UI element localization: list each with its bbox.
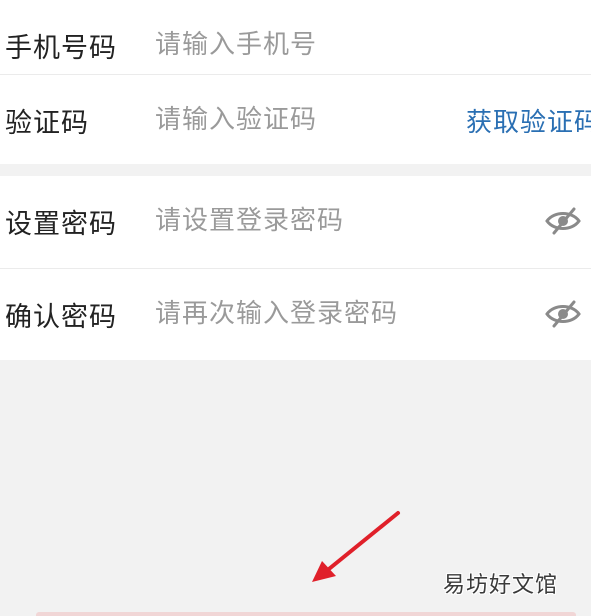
confirm-password-row: 确认密码 — [0, 269, 591, 359]
confirm-password-input[interactable] — [155, 299, 515, 329]
red-arrow-annotation — [312, 511, 400, 582]
get-code-button[interactable]: 获取验证码 — [466, 102, 591, 139]
eye-hidden-icon[interactable] — [545, 207, 581, 235]
eye-hidden-icon[interactable] — [545, 300, 581, 328]
password-section: 设置密码 确认密码 — [0, 176, 591, 360]
account-section: 手机号码 验证码 获取验证码 — [0, 0, 591, 164]
code-row: 验证码 获取验证码 — [0, 75, 591, 165]
confirm-password-label: 确认密码 — [5, 301, 117, 333]
submit-button-edge[interactable] — [36, 612, 576, 616]
watermark: 易坊好文馆 — [443, 573, 559, 598]
password-input[interactable] — [155, 206, 515, 236]
code-label: 验证码 — [5, 107, 89, 139]
password-row: 设置密码 — [0, 176, 591, 266]
phone-input[interactable] — [155, 30, 515, 60]
password-label: 设置密码 — [5, 208, 117, 240]
code-input[interactable] — [155, 105, 445, 135]
phone-label: 手机号码 — [5, 32, 117, 64]
